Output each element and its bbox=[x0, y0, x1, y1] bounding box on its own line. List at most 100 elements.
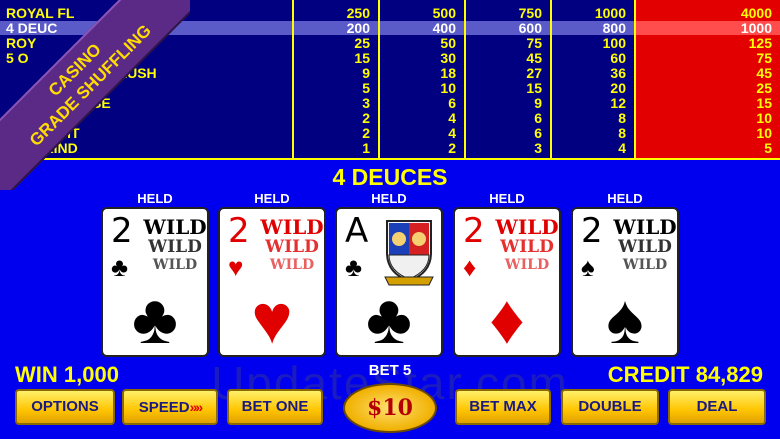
paytable-value: 12 bbox=[610, 95, 626, 111]
held-label: HELD bbox=[607, 191, 643, 206]
paytable-value: 25 bbox=[354, 35, 370, 51]
paytable-value: 6 bbox=[534, 125, 542, 141]
paytable-value: 6 bbox=[534, 110, 542, 126]
paytable-value: 50 bbox=[440, 35, 456, 51]
spade-icon: ♠ bbox=[606, 280, 644, 358]
held-label: HELD bbox=[254, 191, 290, 206]
wild-text: WILD bbox=[622, 257, 668, 273]
paytable-value: 750 bbox=[518, 5, 542, 21]
bet-amount: BET 5 bbox=[368, 362, 412, 379]
paytable-value: 18 bbox=[440, 65, 456, 81]
paytable-value: 10 bbox=[756, 110, 772, 126]
double-button[interactable]: DOUBLE bbox=[561, 389, 659, 425]
paytable-value: 800 bbox=[552, 21, 634, 35]
paytable-value: 4 bbox=[618, 140, 626, 156]
paytable-value: 1000 bbox=[594, 5, 626, 21]
paytable-value: 25 bbox=[756, 80, 772, 96]
held-label: HELD bbox=[371, 191, 407, 206]
paytable-value: 10 bbox=[756, 125, 772, 141]
result-label: 4 DEUCES bbox=[332, 164, 448, 190]
card-1[interactable]: 2 ♣ WILD WILD WILD ♣ bbox=[101, 207, 209, 357]
held-label: HELD bbox=[489, 191, 525, 206]
paytable-value: 5 bbox=[764, 140, 772, 156]
paytable-value: 3 bbox=[534, 140, 542, 156]
wild-text: WILD bbox=[269, 257, 315, 273]
paytable-value: 30 bbox=[440, 50, 456, 66]
club-icon: ♣ bbox=[111, 252, 129, 282]
paytable-value: 45 bbox=[756, 65, 772, 81]
paytable-value: 15 bbox=[526, 80, 542, 96]
promo-banner-wrap: CASINO GRADE SHUFFLING bbox=[0, 0, 190, 190]
club-icon: ♣ bbox=[345, 252, 363, 282]
paytable-value: 125 bbox=[748, 35, 772, 51]
card-4[interactable]: 2 ♦ WILD WILD WILD ♦ bbox=[453, 207, 561, 357]
wild-text: WILD bbox=[500, 237, 554, 257]
coin-denomination-button[interactable]: $10 bbox=[343, 383, 437, 433]
paytable-value: 9 bbox=[534, 95, 542, 111]
card-rank: 2 bbox=[463, 211, 485, 251]
paytable-value: 10 bbox=[440, 80, 456, 96]
paytable-value: 9 bbox=[362, 65, 370, 81]
paytable-value: 75 bbox=[526, 35, 542, 51]
paytable-value: 75 bbox=[756, 50, 772, 66]
deal-button[interactable]: DEAL bbox=[668, 389, 766, 425]
card-rank: 2 bbox=[228, 211, 250, 251]
diamond-icon: ♦ bbox=[489, 280, 525, 358]
paytable-value: 27 bbox=[526, 65, 542, 81]
paytable-value: 5 bbox=[362, 80, 370, 96]
heart-icon: ♥ bbox=[228, 252, 244, 282]
paytable-value: 400 bbox=[380, 21, 464, 35]
paytable-value: 15 bbox=[756, 95, 772, 111]
promo-banner: CASINO GRADE SHUFFLING bbox=[0, 0, 190, 190]
paytable-value: 4 bbox=[448, 125, 456, 141]
speed-label: SPEED bbox=[138, 399, 190, 416]
card-rank: 2 bbox=[581, 211, 603, 251]
wild-text: WILD bbox=[152, 257, 198, 273]
paytable-value: 45 bbox=[526, 50, 542, 66]
card-5[interactable]: 2 ♠ WILD WILD WILD ♠ bbox=[571, 207, 679, 357]
bet-max-button[interactable]: BET MAX bbox=[455, 389, 551, 425]
wild-text: WILD bbox=[504, 257, 550, 273]
paytable-value: 60 bbox=[610, 50, 626, 66]
paytable-value: 36 bbox=[610, 65, 626, 81]
paytable-bet5-column: 4000 1000 125 75 45 25 15 10 10 5 bbox=[634, 0, 780, 158]
paytable-value: 1000 bbox=[636, 21, 780, 35]
card-2[interactable]: 2 ♥ WILD WILD WILD ♥ bbox=[218, 207, 326, 357]
card-3[interactable]: A ♣ ♣ bbox=[335, 207, 443, 357]
paytable-value: 500 bbox=[432, 5, 456, 21]
double-chevron-right-icon: »» bbox=[189, 399, 204, 415]
credit-amount: CREDIT 84,829 bbox=[607, 362, 763, 387]
card-rank: A bbox=[345, 211, 369, 251]
paytable-value: 20 bbox=[610, 80, 626, 96]
options-button[interactable]: OPTIONS bbox=[15, 389, 115, 425]
paytable-value: 200 bbox=[294, 21, 378, 35]
paytable-bet2-column: 500 400 50 30 18 10 6 4 4 2 bbox=[378, 0, 464, 158]
club-icon: ♣ bbox=[132, 280, 178, 358]
paytable-value: 1 bbox=[362, 140, 370, 156]
wild-text: WILD bbox=[495, 215, 559, 239]
paytable-value: 4 bbox=[448, 110, 456, 126]
wild-text: WILD bbox=[265, 237, 319, 257]
banner-line-2: GRADE SHUFFLING bbox=[25, 20, 155, 150]
wild-text: WILD bbox=[618, 237, 672, 257]
bet-one-button[interactable]: BET ONE bbox=[227, 389, 323, 425]
paytable-value: 3 bbox=[362, 95, 370, 111]
crest-icon bbox=[384, 220, 434, 286]
paytable-value: 2 bbox=[448, 140, 456, 156]
paytable-bet4-column: 1000 800 100 60 36 20 12 8 8 4 bbox=[550, 0, 634, 158]
heart-icon: ♥ bbox=[251, 280, 293, 358]
paytable-value: 8 bbox=[618, 110, 626, 126]
wild-text: WILD bbox=[613, 215, 677, 239]
paytable-value: 250 bbox=[346, 5, 370, 21]
paytable-bet3-column: 750 600 75 45 27 15 9 6 6 3 bbox=[464, 0, 550, 158]
wild-text: WILD bbox=[148, 237, 202, 257]
wild-text: WILD bbox=[143, 215, 207, 239]
wild-text: WILD bbox=[260, 215, 324, 239]
paytable-value: 600 bbox=[466, 21, 550, 35]
speed-button[interactable]: SPEED»» bbox=[122, 389, 218, 425]
spade-icon: ♠ bbox=[581, 252, 595, 282]
held-label: HELD bbox=[137, 191, 173, 206]
paytable-value: 6 bbox=[448, 95, 456, 111]
club-icon: ♣ bbox=[366, 280, 412, 358]
diamond-icon: ♦ bbox=[463, 252, 477, 282]
